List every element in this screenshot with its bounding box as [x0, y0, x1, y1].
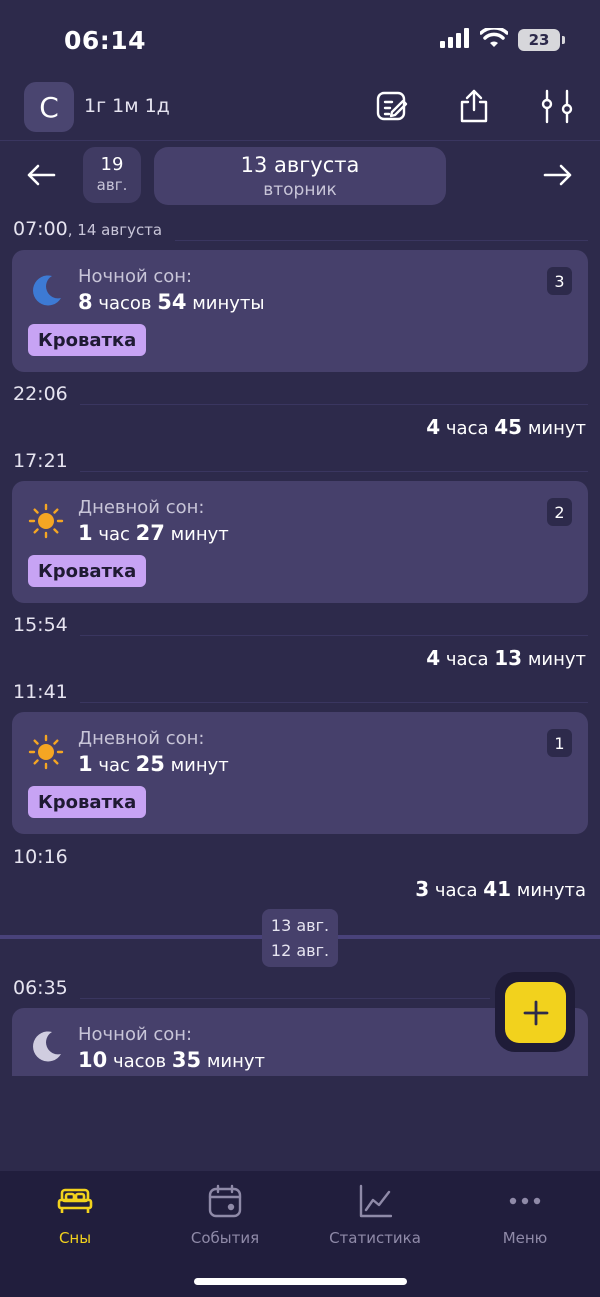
tab-label: События [190, 1229, 260, 1247]
sleep-duration: 10 часов 35 минут [78, 1048, 266, 1072]
plus-icon [523, 1000, 548, 1025]
sun-icon [28, 734, 64, 770]
more-icon [450, 1181, 600, 1221]
add-sleep-button[interactable] [505, 982, 566, 1043]
timeline-divider [80, 702, 588, 703]
awake-duration: 4 часа 13 минут [426, 646, 586, 670]
timeline-divider [80, 471, 588, 472]
location-tag: Кроватка [28, 786, 147, 818]
tab-sleeps[interactable]: Сны [0, 1181, 150, 1247]
sun-icon [28, 503, 64, 539]
sleep-duration: 1 час 27 минут [78, 521, 229, 545]
sleep-card[interactable]: Дневной сон: 1 час 27 минут 2 Кроватка [12, 481, 588, 603]
timeline-time: 06:35 [13, 977, 68, 999]
timeline-time: 17:21 [13, 450, 68, 472]
sleep-card[interactable]: Ночной сон: 8 часов 54 минуты 3 Кроватка [12, 250, 588, 372]
sleep-duration: 8 часов 54 минуты [78, 290, 265, 314]
arrow-left-icon[interactable] [21, 157, 61, 193]
child-age: 1г 1м 1д [84, 95, 170, 117]
prev-day-number: 19 [100, 154, 124, 175]
header: С 1г 1м 1д [0, 80, 600, 140]
moon-icon [28, 1028, 64, 1064]
tab-events[interactable]: События [150, 1181, 300, 1247]
edit-icon[interactable] [372, 86, 412, 126]
current-date-button[interactable]: 13 августа вторник [154, 147, 446, 205]
timeline-divider [80, 404, 588, 405]
timeline-time: 22:06 [13, 383, 68, 405]
sleep-type: Дневной сон: [78, 497, 205, 518]
tab-label: Статистика [329, 1229, 421, 1247]
date-navigation: 19 авг. 13 августа вторник [0, 145, 600, 207]
arrow-right-icon[interactable] [538, 157, 578, 193]
sleep-number-badge: 3 [547, 267, 572, 295]
awake-duration: 4 часа 45 минут [426, 415, 586, 439]
tab-statistics[interactable]: Статистика [300, 1181, 450, 1247]
status-time: 06:14 [64, 26, 147, 55]
signal-icon [440, 28, 470, 52]
tab-label: Сны [58, 1229, 92, 1247]
day-separator-label: 13 авг. 12 авг. [262, 909, 338, 967]
sleep-type: Дневной сон: [78, 728, 205, 749]
timeline-divider [80, 635, 588, 636]
status-bar: 06:14 23 [0, 0, 600, 80]
home-indicator [194, 1278, 407, 1285]
awake-duration: 3 часа 41 минута [415, 877, 586, 901]
sleep-type: Ночной сон: [78, 266, 193, 287]
timeline-time: 10:16 [13, 846, 68, 868]
prev-day-month: авг. [96, 176, 128, 194]
status-icons: 23 [440, 26, 565, 52]
sleep-number-badge: 2 [547, 498, 572, 526]
sleep-duration: 1 час 25 минут [78, 752, 229, 776]
timeline-divider [80, 998, 490, 999]
share-icon[interactable] [454, 86, 494, 126]
bed-icon [0, 1181, 150, 1221]
timeline-time: 11:41 [13, 681, 68, 703]
wifi-icon [479, 26, 509, 52]
avatar[interactable]: С [24, 82, 74, 132]
prev-day-button[interactable]: 19 авг. [83, 147, 141, 203]
timeline-divider [175, 240, 588, 241]
filters-icon[interactable] [537, 86, 577, 126]
current-weekday: вторник [263, 180, 337, 200]
sleep-type: Ночной сон: [78, 1024, 193, 1045]
tab-label: Меню [502, 1229, 548, 1247]
timeline-time: 07:00, 14 августа [13, 218, 163, 240]
battery-icon: 23 [518, 29, 565, 51]
timeline-time: 15:54 [13, 614, 68, 636]
moon-icon [28, 272, 64, 308]
calendar-icon [150, 1181, 300, 1221]
current-date: 13 августа [240, 153, 360, 177]
sleep-card[interactable]: Дневной сон: 1 час 25 минут 1 Кроватка [12, 712, 588, 834]
tab-menu[interactable]: Меню [450, 1181, 600, 1247]
header-divider [0, 140, 600, 141]
chart-icon [300, 1181, 450, 1221]
sleep-number-badge: 1 [547, 729, 572, 757]
location-tag: Кроватка [28, 555, 147, 587]
location-tag: Кроватка [28, 324, 147, 356]
